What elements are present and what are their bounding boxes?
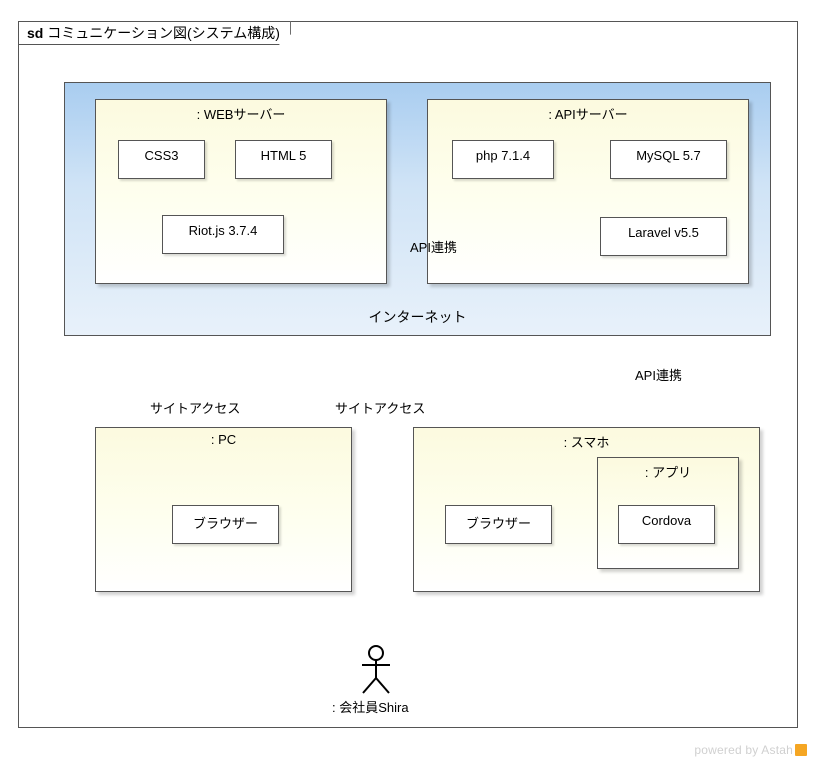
component-laravel-label: Laravel v5.5 bbox=[628, 225, 699, 240]
component-html5: HTML 5 bbox=[235, 140, 332, 179]
region-internet-title: インターネット bbox=[65, 307, 770, 327]
component-laravel: Laravel v5.5 bbox=[600, 217, 727, 256]
component-html5-label: HTML 5 bbox=[261, 148, 307, 163]
component-css3-label: CSS3 bbox=[145, 148, 179, 163]
component-php-label: php 7.1.4 bbox=[476, 148, 530, 163]
component-riotjs-label: Riot.js 3.7.4 bbox=[189, 223, 258, 238]
component-mysql-label: MySQL 5.7 bbox=[636, 148, 701, 163]
actor-shira bbox=[356, 645, 396, 695]
component-pc-browser: ブラウザー bbox=[172, 505, 279, 544]
lifeline-api-server-title: : APIサーバー bbox=[428, 104, 748, 123]
component-mysql: MySQL 5.7 bbox=[610, 140, 727, 179]
watermark: powered by Astah bbox=[694, 743, 807, 757]
sd-title: コミュニケーション図(システム構成) bbox=[47, 25, 280, 41]
component-cordova-label: Cordova bbox=[642, 513, 691, 528]
component-sp-browser-label: ブラウザー bbox=[466, 516, 531, 531]
component-sp-browser: ブラウザー bbox=[445, 505, 552, 544]
diagram-canvas: sd コミュニケーション図(システム構成) インターネット : WEBサーバー … bbox=[0, 0, 813, 761]
sd-frame-label: sd コミュニケーション図(システム構成) bbox=[18, 21, 291, 45]
actor-icon bbox=[359, 645, 393, 695]
watermark-text: powered by Astah bbox=[694, 743, 793, 757]
component-php: php 7.1.4 bbox=[452, 140, 554, 179]
lifeline-web-server-title: : WEBサーバー bbox=[96, 104, 386, 123]
component-css3: CSS3 bbox=[118, 140, 205, 179]
lifeline-pc-title: : PC bbox=[96, 432, 351, 447]
component-pc-browser-label: ブラウザー bbox=[193, 516, 258, 531]
component-cordova: Cordova bbox=[618, 505, 715, 544]
astah-logo-icon bbox=[795, 744, 807, 756]
sd-prefix: sd bbox=[27, 25, 43, 41]
lifeline-app-title: : アプリ bbox=[598, 462, 738, 481]
component-riotjs: Riot.js 3.7.4 bbox=[162, 215, 284, 254]
lifeline-smartphone-title: : スマホ bbox=[414, 432, 759, 451]
lifeline-web-server: : WEBサーバー bbox=[95, 99, 387, 284]
lifeline-api-server: : APIサーバー bbox=[427, 99, 749, 284]
actor-shira-label: : 会社員Shira bbox=[332, 697, 409, 716]
